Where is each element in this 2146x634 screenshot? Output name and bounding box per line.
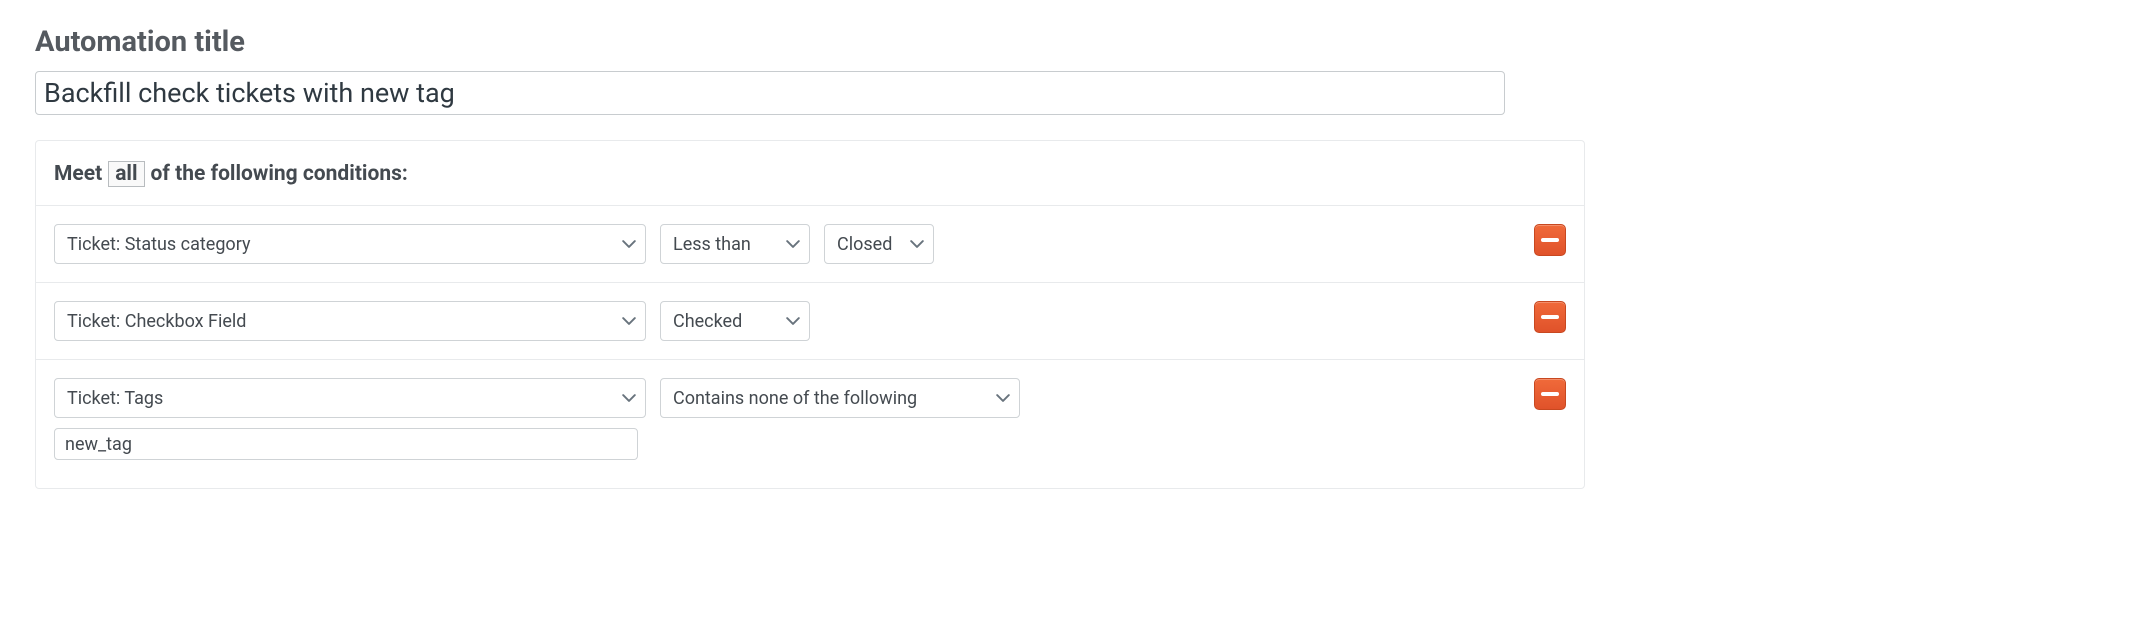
minus-icon <box>1541 238 1559 242</box>
condition-operator-value: Checked <box>660 301 810 341</box>
minus-icon <box>1541 315 1559 319</box>
condition-field-value: Ticket: Tags <box>54 378 646 418</box>
remove-condition-button[interactable] <box>1534 301 1566 333</box>
automation-title-input[interactable] <box>35 71 1505 115</box>
condition-field-select[interactable]: Ticket: Tags <box>54 378 646 418</box>
condition-operator-select[interactable]: Contains none of the following <box>660 378 1020 418</box>
conditions-prefix: Meet <box>54 162 102 186</box>
condition-field-select[interactable]: Ticket: Checkbox Field <box>54 301 646 341</box>
remove-condition-button[interactable] <box>1534 378 1566 410</box>
remove-condition-button[interactable] <box>1534 224 1566 256</box>
conditions-header: Meet all of the following conditions: <box>36 161 1584 205</box>
conditions-mode-badge[interactable]: all <box>108 161 144 187</box>
condition-row: Ticket: Status category Less than Closed <box>36 205 1584 282</box>
automation-title-label: Automation title <box>35 25 2111 59</box>
condition-field-value: Ticket: Checkbox Field <box>54 301 646 341</box>
conditions-suffix: of the following conditions: <box>151 162 408 186</box>
automation-title-section: Automation title <box>35 25 2111 115</box>
condition-row: Ticket: Tags Contains none of the follow… <box>36 359 1584 478</box>
condition-row: Ticket: Checkbox Field Checked <box>36 282 1584 359</box>
condition-operator-value: Contains none of the following <box>660 378 1020 418</box>
condition-operator-value: Less than <box>660 224 810 264</box>
condition-tag-input[interactable] <box>54 428 638 460</box>
condition-operator-select[interactable]: Less than <box>660 224 810 264</box>
condition-value-value: Closed <box>824 224 934 264</box>
conditions-panel: Meet all of the following conditions: Ti… <box>35 140 1585 489</box>
condition-field-value: Ticket: Status category <box>54 224 646 264</box>
condition-operator-select[interactable]: Checked <box>660 301 810 341</box>
minus-icon <box>1541 392 1559 396</box>
condition-field-select[interactable]: Ticket: Status category <box>54 224 646 264</box>
condition-value-select[interactable]: Closed <box>824 224 934 264</box>
